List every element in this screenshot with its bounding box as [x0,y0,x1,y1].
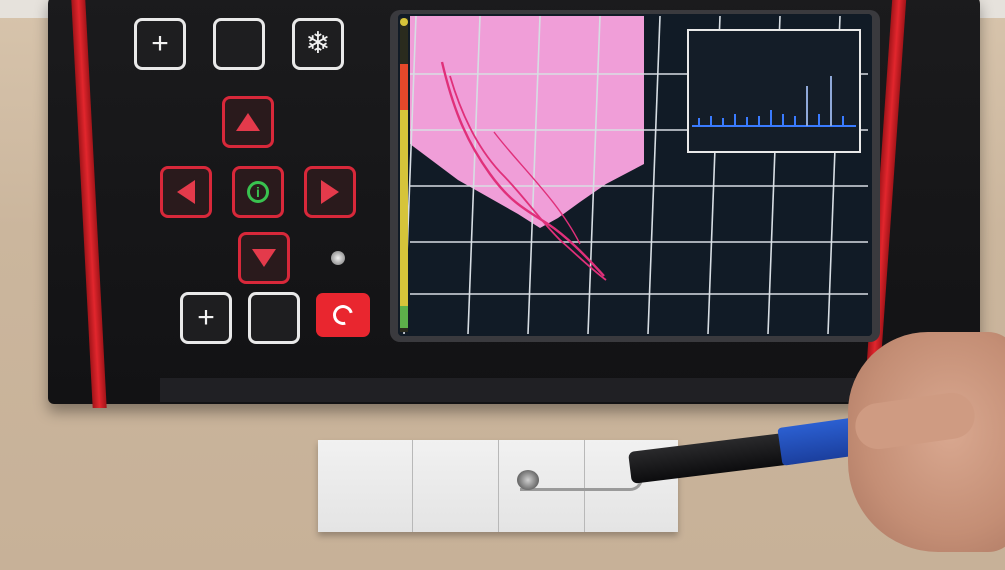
spectrum-bar [710,116,712,126]
plus-icon: + [197,301,215,334]
plus-key-top[interactable]: + [134,18,186,70]
right-arrow-key[interactable] [304,166,356,218]
reset-key[interactable] [316,293,370,337]
spectrum-bar [806,86,808,126]
reset-icon [329,301,357,329]
spectrum-bar [698,118,700,126]
display-graphics [398,14,872,336]
up-arrow-key[interactable] [222,96,274,148]
status-strip-caution [400,110,408,306]
spectrum-bar [818,114,820,126]
arrow-down-icon [252,249,276,267]
plus-key-bottom[interactable]: + [180,292,232,344]
spectrum-bar [734,114,736,126]
info-icon: i [247,181,269,203]
left-arrow-key[interactable] [160,166,212,218]
arrow-left-icon [177,180,195,204]
blank-key-bottom[interactable] [248,292,300,344]
photo-scene: + ❄ i + [0,0,1005,570]
instrument-base [160,378,860,402]
status-strip-ok [400,306,408,328]
spectrum-bar [782,114,784,126]
block-notch [412,440,413,532]
freeze-key[interactable]: ❄ [292,18,344,70]
instrument-display [398,14,872,336]
spectrum-bar [794,116,796,126]
info-key[interactable]: i [232,166,284,218]
blank-key-top[interactable] [213,18,265,70]
status-indicator [400,18,408,26]
spectrum-bar [746,117,748,126]
probe-tip [517,470,539,490]
spectrum-bar [758,116,760,126]
spectrum-bar [830,76,832,126]
plus-icon: + [151,27,169,60]
arrow-up-icon [236,113,260,131]
spectrum-bar [770,110,772,126]
spectrum-bar [842,116,844,126]
status-strip-alarm [400,64,408,110]
spectrum-inset [687,29,861,153]
spectrum-bar [722,118,724,126]
down-arrow-key[interactable] [238,232,290,284]
snowflake-icon: ❄ [305,27,331,60]
status-led [331,251,345,265]
block-notch [498,440,499,532]
arrow-right-icon [321,180,339,204]
